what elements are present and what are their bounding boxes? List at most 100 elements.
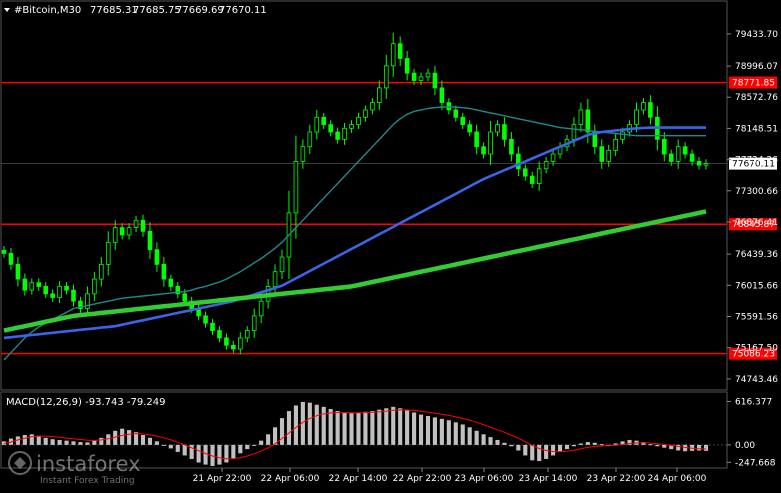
macd-histogram-bar [279,418,285,445]
candle-body [99,263,104,280]
time-tick-label: 23 Apr 06:00 [455,474,514,484]
candle-body [244,330,250,339]
candle-body [522,168,528,177]
candle-body [328,124,333,133]
candle-body [43,286,48,295]
macd-histogram-bar [307,402,312,445]
candle-body [279,256,285,273]
candle-body [432,72,438,89]
macd-histogram-bar [516,444,521,451]
macd-tick-label: 616.377 [735,397,772,407]
time-tick-label: 22 Apr 22:00 [393,474,452,484]
candle-body [613,138,618,151]
macd-histogram-bar [537,444,542,462]
candle-body [272,271,278,287]
candle-body [29,282,35,291]
candle-body [439,87,445,103]
candle-body [349,124,354,129]
candle-body [550,153,556,162]
candle-body [224,337,229,346]
macd-histogram-bar [99,437,104,445]
candle-body [15,263,21,280]
candle-body [481,146,486,155]
macd-tick-label: 0.00 [735,441,755,451]
trading-chart[interactable]: 78771.85 76845.87 75086.23 77670.11 79433.7… [0,0,781,489]
watermark-brand: instaforex [36,452,141,476]
macd-histogram-bar [648,444,653,446]
time-tick-label: 21 Apr 22:00 [193,474,252,484]
candle-body [36,282,42,287]
candle-body [119,227,125,236]
candle-body [536,168,542,184]
candle-body [314,116,320,133]
macd-histogram-bar [460,424,465,445]
candle-body [203,315,208,324]
candle-body [105,241,111,265]
price-tick-label: 75591.56 [735,312,778,322]
candle-body [370,102,375,111]
candle-body [620,131,625,140]
macd-histogram-bar [453,422,458,445]
price-tick-label: 77300.66 [735,187,778,197]
candle-body [460,116,466,126]
candle-body [92,278,97,295]
macd-histogram-bar [571,444,577,447]
macd-histogram-bar [439,418,444,445]
candle-body [140,219,146,232]
candle-body [307,131,313,148]
ohlc-high: 77685.75 [133,5,181,16]
candle-body [425,72,431,78]
candle-body [488,131,493,155]
macd-histogram-bar [161,444,166,446]
macd-histogram-bar [488,437,493,445]
chart-canvas[interactable]: 78771.8576845.8775086.2377670.11 79433.7… [0,0,781,489]
macd-histogram-bar [50,439,55,445]
candle-body [668,153,674,162]
macd-histogram-bar [495,439,500,445]
macd-histogram-bar [238,444,243,454]
macd-histogram-bar [405,410,410,445]
candle-body [238,337,243,350]
macd-histogram-bar [92,440,97,445]
macd-histogram-bar [398,408,403,445]
candle-body [502,124,507,140]
macd-histogram-bar [544,444,549,459]
candle-body [356,116,361,126]
candle-body [335,131,340,140]
candle-body [363,109,368,118]
macd-histogram-bar [321,406,326,445]
macd-histogram-bar [412,412,417,445]
macd-histogram-bar [703,444,709,451]
candle-body [251,315,257,331]
candle-body [168,278,174,287]
candle-body [411,72,417,81]
macd-label: MACD(12,26,9) -93.743 -79.249 [6,397,166,408]
candle-body [675,146,681,162]
candle-body [57,286,62,298]
macd-histogram-bar [523,444,528,456]
candle-body [300,146,306,162]
candle-body [689,153,695,162]
macd-histogram-bar [217,444,222,465]
macd-histogram-bar [481,434,486,445]
time-tick-label: 24 Apr 06:00 [648,474,707,484]
macd-histogram-bar [425,416,431,445]
candle-body [634,109,639,126]
macd-histogram-bar [356,412,361,445]
ohlc-close: 77670.11 [219,5,267,16]
macd-histogram-bar [655,444,660,447]
macd-histogram-bar [328,408,333,445]
macd-histogram-bar [78,442,83,445]
macd-histogram-bar [696,444,702,451]
candle-body [696,161,702,166]
candle-body [703,163,709,166]
price-tick-label: 79433.70 [735,30,778,40]
macd-histogram-bar [342,412,347,445]
candle-body [377,87,382,103]
time-tick-label: 22 Apr 14:00 [329,474,388,484]
macd-histogram-bar [349,413,354,445]
macd-histogram-bar [384,408,389,445]
candle-body [182,293,188,302]
candle-body [474,131,479,148]
price-tick-label: 78996.07 [735,62,778,72]
